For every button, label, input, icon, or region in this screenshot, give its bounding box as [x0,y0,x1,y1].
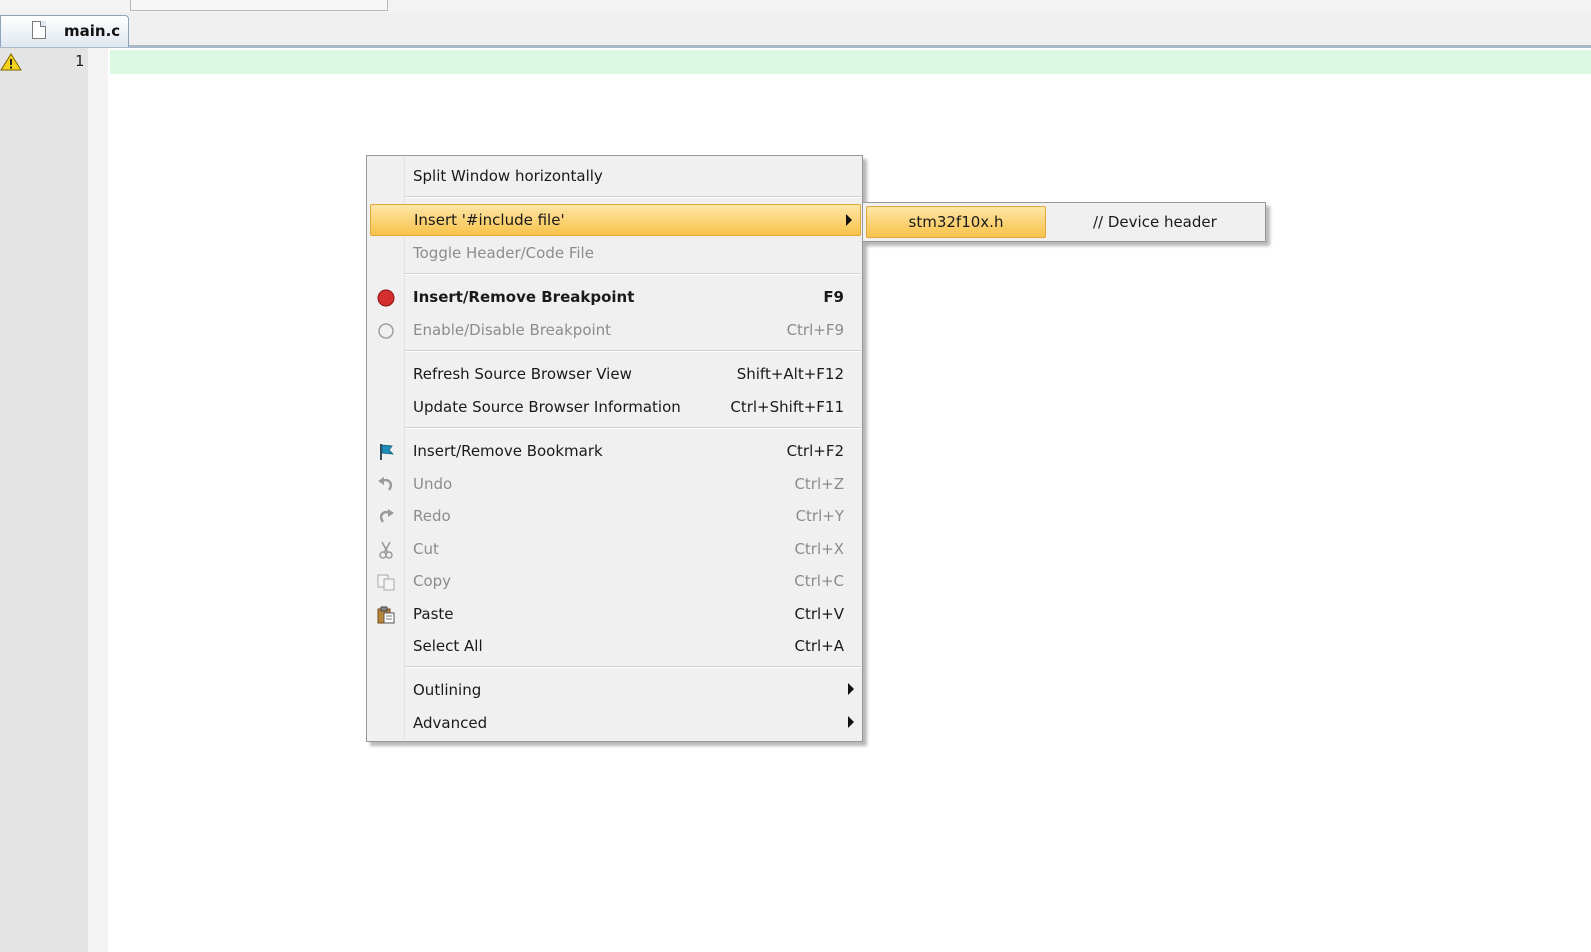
menu-item-shortcut: Ctrl+A [794,637,844,655]
menu-item-shortcut: Ctrl+F9 [786,321,844,339]
submenu-arrow-icon [846,214,852,226]
menu-item-label: Split Window horizontally [413,167,603,185]
menu-item-label: Undo [413,475,453,493]
menu-item-shortcut: Shift+Alt+F12 [736,365,844,383]
menu-item-shortcut: F9 [823,288,844,306]
editor-tabbar: main.c [0,12,1591,48]
include-file-submenu: stm32f10x.h // Device header [862,202,1266,242]
redo-icon [379,509,394,523]
menu-item-label: Enable/Disable Breakpoint [413,321,612,339]
line-number-gutter [0,48,88,952]
paste-icon [377,606,395,624]
menu-item-refresh-source-browser[interactable]: Refresh Source Browser View Shift+Alt+F1… [367,358,862,390]
menu-item-paste[interactable]: Paste Ctrl+V [367,598,862,630]
line-number: 1 [74,52,84,70]
undo-icon [378,477,393,491]
menu-item-label: Refresh Source Browser View [413,365,632,383]
submenu-arrow-icon [848,716,854,728]
menu-item-toggle-header[interactable]: Toggle Header/Code File [367,237,862,269]
menu-item-shortcut: Ctrl+V [794,605,844,623]
menu-item-enable-breakpoint[interactable]: Enable/Disable Breakpoint Ctrl+F9 [367,314,862,346]
menu-item-shortcut: Ctrl+C [794,572,844,590]
submenu-item-stm32f10x[interactable]: stm32f10x.h [866,206,1046,238]
menu-separator [405,196,861,198]
menu-item-update-source-browser[interactable]: Update Source Browser Information Ctrl+S… [367,391,862,423]
menu-item-insert-breakpoint[interactable]: Insert/Remove Breakpoint F9 [367,281,862,313]
menu-item-select-all[interactable]: Select All Ctrl+A [367,630,862,662]
bookmark-flag-icon [380,444,395,460]
menu-separator [405,350,861,352]
menu-item-label: Redo [413,507,451,525]
menu-item-label: Insert/Remove Breakpoint [413,288,635,306]
menu-item-label: Paste [413,605,454,623]
menu-item-label: Toggle Header/Code File [413,244,594,262]
menu-separator [405,666,861,668]
menu-separator [405,427,861,429]
menu-item-outlining[interactable]: Outlining [367,674,862,706]
menu-item-label: Select All [413,637,483,655]
toolbar-group [130,0,388,11]
menu-item-label: Cut [413,540,439,558]
menu-item-undo[interactable]: Undo Ctrl+Z [367,468,862,500]
submenu-item-comment: // Device header [1093,213,1217,231]
copy-icon [377,574,395,591]
menu-item-label: Update Source Browser Information [413,398,681,416]
menu-item-shortcut: Ctrl+Z [794,475,844,493]
document-icon [32,21,46,39]
warning-icon [0,53,22,71]
editor-context-menu: Split Window horizontally Insert '#inclu… [366,155,863,742]
menu-item-label: Insert/Remove Bookmark [413,442,603,460]
menu-item-shortcut: Ctrl+Shift+F11 [730,398,844,416]
menu-item-split-window[interactable]: Split Window horizontally [367,160,862,192]
menu-item-copy[interactable]: Copy Ctrl+C [367,565,862,597]
menu-item-cut[interactable]: Cut Ctrl+X [367,533,862,565]
current-line-highlight [110,50,1591,74]
tab-main-c[interactable]: main.c [0,15,129,47]
menu-item-label: Advanced [413,714,488,732]
breakpoint-icon [377,289,395,307]
submenu-item-label: stm32f10x.h [908,213,1004,231]
submenu-arrow-icon [848,683,854,695]
menu-item-redo[interactable]: Redo Ctrl+Y [367,500,862,532]
menu-item-shortcut: Ctrl+F2 [786,442,844,460]
menu-item-insert-include[interactable]: Insert '#include file' [370,204,861,236]
menu-item-label: Outlining [413,681,482,699]
menu-item-label: Copy [413,572,452,590]
fold-margin [88,48,108,952]
scissors-icon [379,541,393,559]
menu-item-advanced[interactable]: Advanced [367,707,862,739]
menu-item-label: Insert '#include file' [414,211,565,229]
menu-item-bookmark[interactable]: Insert/Remove Bookmark Ctrl+F2 [367,435,862,467]
tab-label: main.c [64,22,121,40]
menu-item-shortcut: Ctrl+Y [795,507,844,525]
menu-item-shortcut: Ctrl+X [794,540,844,558]
breakpoint-outline-icon [378,323,394,339]
menu-separator [405,273,861,275]
